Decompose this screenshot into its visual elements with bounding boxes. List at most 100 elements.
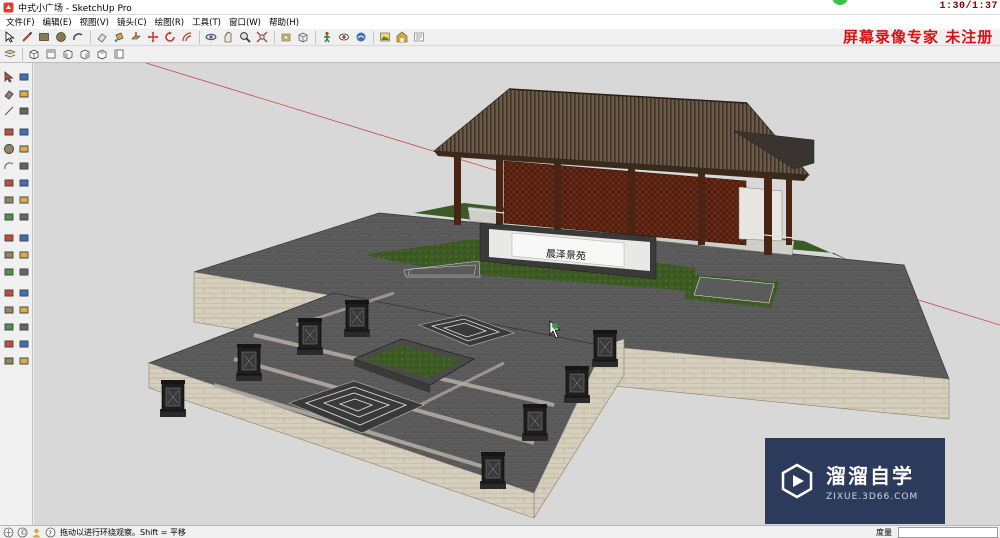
warehouse-icon[interactable] — [394, 30, 410, 45]
protractor-icon[interactable] — [1, 247, 16, 262]
left-toolbar-row — [0, 319, 32, 335]
push-pull-icon[interactable] — [1, 175, 16, 190]
look-around-icon[interactable] — [1, 353, 16, 368]
pie-icon[interactable] — [16, 158, 31, 173]
make-component-icon[interactable] — [16, 69, 31, 84]
section-plane-icon[interactable] — [278, 30, 294, 45]
svg-text:©: © — [20, 529, 27, 537]
prev-view-icon[interactable] — [16, 319, 31, 334]
orbit-icon[interactable] — [203, 30, 219, 45]
front-view-icon[interactable] — [60, 47, 76, 62]
menu-tools[interactable]: 工具(T) — [188, 16, 225, 28]
recorder-indicator[interactable] — [832, 0, 848, 5]
zoom-icon[interactable] — [237, 30, 253, 45]
menu-file[interactable]: 文件(F) — [2, 16, 39, 28]
right-view-icon[interactable] — [77, 47, 93, 62]
rotated-rect-icon[interactable] — [16, 124, 31, 139]
user-icon[interactable] — [31, 527, 42, 538]
person-walk-icon[interactable] — [319, 30, 335, 45]
measurements-label: 度量 — [876, 528, 892, 537]
position-camera-icon[interactable] — [1, 336, 16, 351]
circle-icon[interactable] — [53, 30, 69, 45]
section-icon[interactable] — [16, 353, 31, 368]
arc-icon[interactable] — [70, 30, 86, 45]
toolbar-separator — [315, 30, 316, 44]
3d-text-icon[interactable] — [16, 264, 31, 279]
eraser-icon[interactable] — [1, 86, 16, 101]
zoom-extents-icon[interactable] — [1, 319, 16, 334]
title-bar: 中式小广场 - SketchUp Pro 1:30/1:37 — [0, 0, 1000, 15]
rotate-icon[interactable] — [16, 192, 31, 207]
component-icon[interactable] — [295, 30, 311, 45]
left-toolbar-row — [0, 285, 32, 301]
lamp-post — [480, 452, 506, 489]
eraser-icon[interactable] — [94, 30, 110, 45]
move-icon[interactable] — [1, 192, 16, 207]
lamp-post — [297, 318, 323, 355]
menu-view[interactable]: 视图(V) — [76, 16, 113, 28]
scale-icon[interactable] — [1, 209, 16, 224]
tape-icon[interactable] — [1, 230, 16, 245]
menu-window[interactable]: 窗口(W) — [225, 16, 265, 28]
menu-help[interactable]: 帮助(H) — [265, 16, 303, 28]
credits-icon[interactable]: © — [17, 527, 28, 538]
left-toolbar — [0, 63, 33, 525]
orbit-cursor-indicator — [552, 323, 558, 329]
logo-name: 溜溜自学 — [826, 464, 914, 488]
geolocation-icon[interactable] — [3, 527, 14, 538]
toolbar-separator — [274, 30, 275, 44]
polygon-icon[interactable] — [16, 141, 31, 156]
left-toolbar-row — [0, 103, 32, 119]
play-logo-icon — [781, 463, 813, 499]
select-icon[interactable] — [1, 69, 16, 84]
toolbar-separator — [199, 30, 200, 44]
left-toolbar-row — [0, 336, 32, 352]
menu-camera[interactable]: 镜头(C) — [113, 16, 151, 28]
push-pull-icon[interactable] — [128, 30, 144, 45]
pencil-line-icon[interactable] — [19, 30, 35, 45]
back-view-icon[interactable] — [94, 47, 110, 62]
menu-draw[interactable]: 绘图(R) — [151, 16, 189, 28]
zoom-extents-icon[interactable] — [254, 30, 270, 45]
pan-icon[interactable] — [220, 30, 236, 45]
rectangle-icon[interactable] — [1, 124, 16, 139]
photo-texture-icon[interactable] — [377, 30, 393, 45]
menu-edit[interactable]: 编辑(E) — [39, 16, 76, 28]
left-toolbar-row — [0, 209, 32, 225]
site-logo-overlay: 溜溜自学 ZIXUE.3D66.COM — [765, 438, 945, 524]
zoom-icon[interactable] — [1, 302, 16, 317]
rotate-icon[interactable] — [162, 30, 178, 45]
look-around-icon[interactable] — [336, 30, 352, 45]
offset-icon[interactable] — [179, 30, 195, 45]
walk-icon[interactable] — [16, 336, 31, 351]
circle-icon[interactable] — [1, 141, 16, 156]
orbit-icon[interactable] — [1, 285, 16, 300]
line-icon[interactable] — [1, 103, 16, 118]
pan-icon[interactable] — [16, 285, 31, 300]
left-toolbar-row — [0, 230, 32, 246]
position-camera-icon[interactable] — [353, 30, 369, 45]
sketchup-window: 中式小广场 - SketchUp Pro 1:30/1:37 文件(F) 编辑(… — [0, 0, 1000, 538]
rectangle-icon[interactable] — [36, 30, 52, 45]
axes-icon[interactable] — [1, 264, 16, 279]
zoom-window-icon[interactable] — [16, 302, 31, 317]
arc-icon[interactable] — [1, 158, 16, 173]
follow-me-icon[interactable] — [16, 175, 31, 190]
select-arrow-icon[interactable] — [2, 30, 18, 45]
styles-icon[interactable] — [411, 30, 427, 45]
layers-icon[interactable] — [2, 47, 18, 62]
lamp-post — [564, 366, 590, 403]
offset-icon[interactable] — [16, 209, 31, 224]
iso-view-icon[interactable] — [26, 47, 42, 62]
svg-text:?: ? — [48, 529, 52, 537]
paint-bucket-icon[interactable] — [111, 30, 127, 45]
move-icon[interactable] — [145, 30, 161, 45]
text-icon[interactable] — [16, 247, 31, 262]
measurements-input[interactable] — [898, 527, 998, 538]
paint-icon[interactable] — [16, 86, 31, 101]
dimension-icon[interactable] — [16, 230, 31, 245]
top-view-icon[interactable] — [43, 47, 59, 62]
help-icon[interactable]: ? — [45, 527, 56, 538]
left-view-icon[interactable] — [111, 47, 127, 62]
freehand-icon[interactable] — [16, 103, 31, 118]
